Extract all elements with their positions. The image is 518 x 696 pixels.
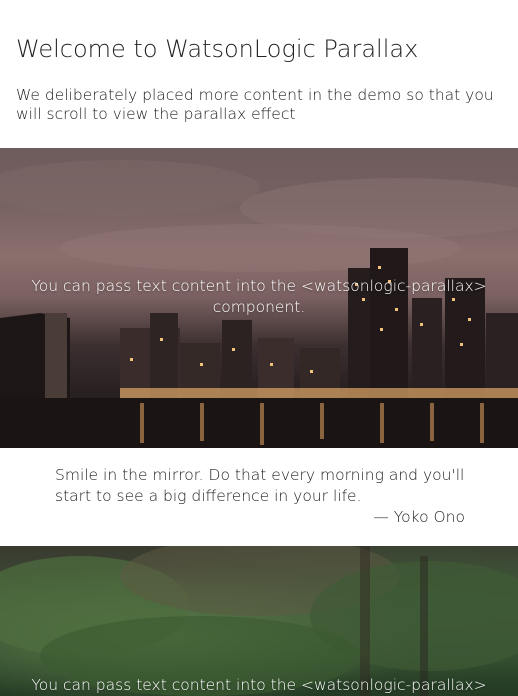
intro-text: We deliberately placed more content in t… [16,86,494,123]
parallax-caption-city: You can pass text content into the <wats… [31,277,487,316]
parallax-caption-forest: You can pass text content into the <wats… [31,676,487,694]
page-title: Welcome to WatsonLogic Parallax [16,35,419,63]
quote-author: — Yoko Ono [373,508,465,526]
parallax-section-forest: You can pass text content into the <wats… [0,546,518,696]
forest-image [0,546,518,696]
page: Welcome to WatsonLogic Parallax We delib… [0,0,518,696]
forest-illustration [0,546,518,696]
parallax-section-city: You can pass text content into the <wats… [0,148,518,448]
quote-block: Smile in the mirror. Do that every morni… [55,465,475,528]
page-header: Welcome to WatsonLogic Parallax We delib… [16,30,506,124]
quote-text: Smile in the mirror. Do that every morni… [55,466,465,505]
